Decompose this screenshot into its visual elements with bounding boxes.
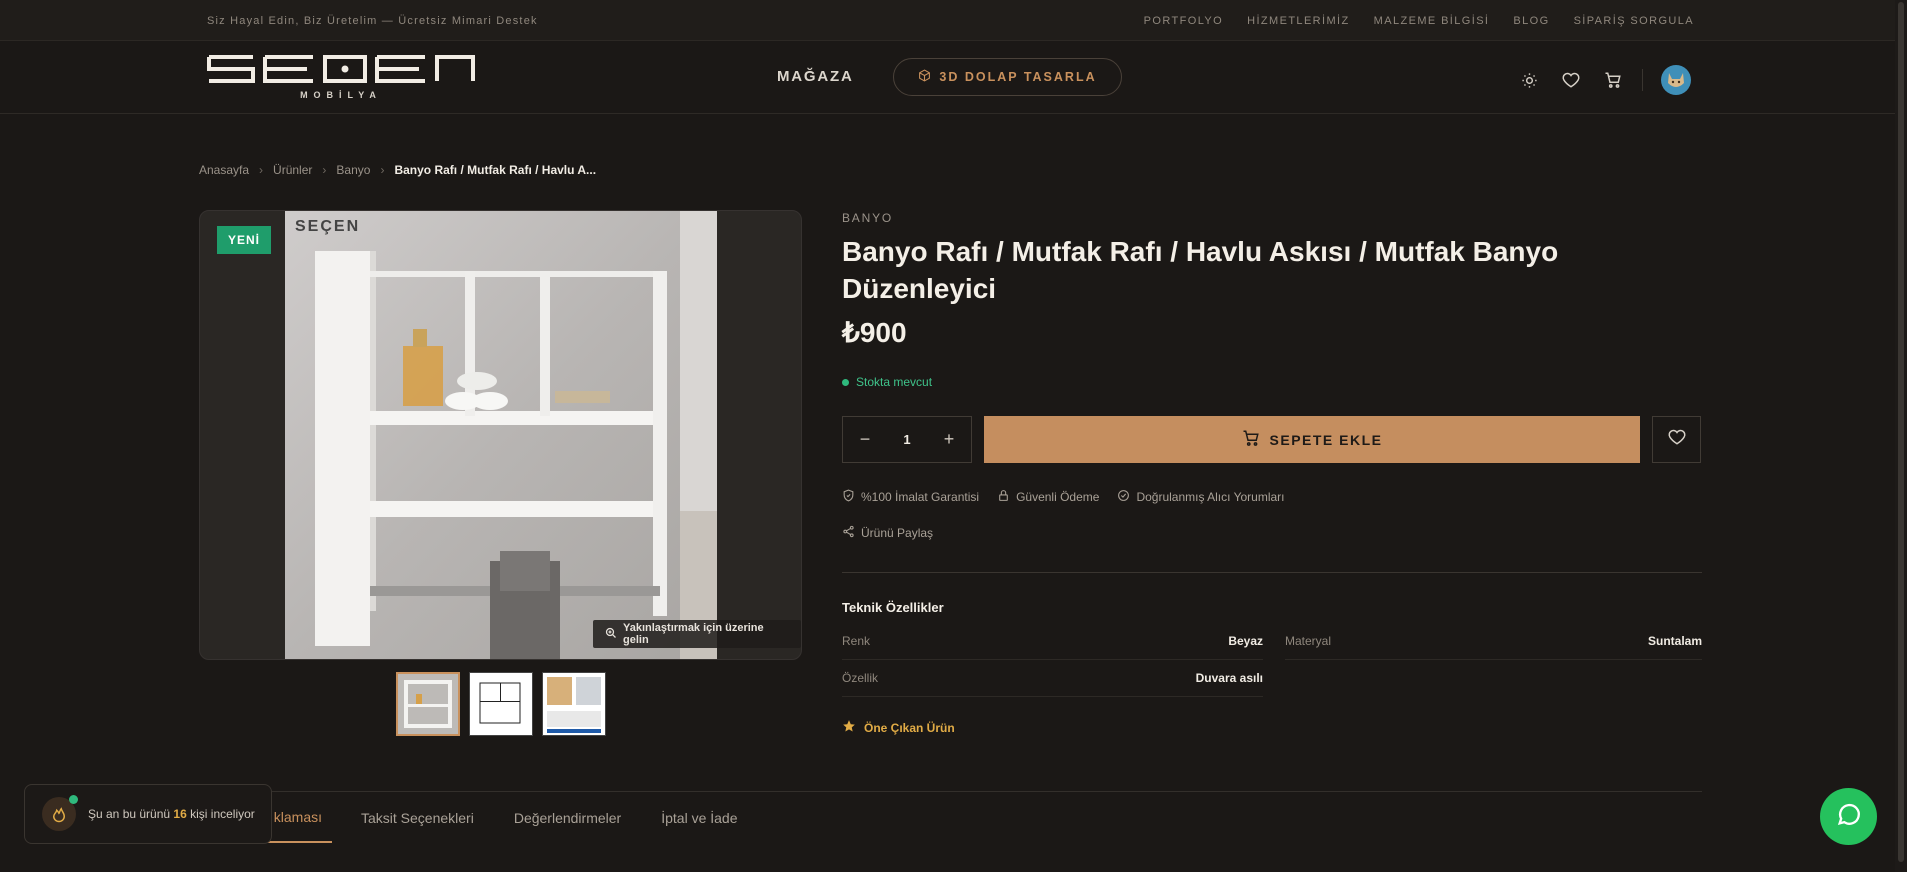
design-3d-label: 3D DOLAP TASARLA bbox=[939, 70, 1097, 84]
spec-value: Suntalam bbox=[1647, 634, 1702, 648]
live-viewers-notice: Şu an bu ürünü 16 kişi inceliyor bbox=[24, 784, 272, 844]
new-badge: YENİ bbox=[217, 226, 271, 254]
tab-installments[interactable]: Taksit Seçenekleri bbox=[361, 792, 474, 843]
wishlist-button[interactable] bbox=[1652, 416, 1701, 463]
quantity-value[interactable]: 1 bbox=[903, 432, 910, 447]
top-link-hizmetlerimiz[interactable]: HİZMETLERİMİZ bbox=[1247, 15, 1350, 27]
lock-icon bbox=[997, 489, 1010, 505]
trust-payment-label: Güvenli Ödeme bbox=[1016, 490, 1100, 504]
trust-badges: %100 İmalat Garantisi Güvenli Ödeme Doğr… bbox=[842, 489, 1285, 505]
svg-text:MOBİLYA: MOBİLYA bbox=[300, 90, 382, 100]
cube-icon bbox=[918, 69, 931, 85]
top-link-siparis[interactable]: SİPARİŞ SORGULA bbox=[1574, 15, 1694, 27]
thumbnail-strip bbox=[396, 672, 606, 736]
product-photo[interactable]: SEÇEN bbox=[285, 211, 717, 660]
product-price: ₺900 bbox=[842, 317, 907, 348]
tab-reviews[interactable]: Değerlendirmeler bbox=[514, 792, 621, 843]
trust-warranty-label: %100 İmalat Garantisi bbox=[861, 490, 980, 504]
scrollbar-thumb[interactable] bbox=[1898, 2, 1904, 862]
top-bar: Siz Hayal Edin, Biz Üretelim — Ücretsiz … bbox=[0, 0, 1907, 41]
spec-row-color: Renk Beyaz bbox=[842, 623, 1263, 660]
zoom-icon bbox=[605, 627, 617, 642]
chevron-right-icon: › bbox=[322, 163, 327, 177]
trust-reviews: Doğrulanmış Alıcı Yorumları bbox=[1117, 489, 1285, 505]
breadcrumb-products[interactable]: Ürünler bbox=[273, 163, 312, 177]
check-circle-icon bbox=[1117, 489, 1130, 505]
cart-icon[interactable] bbox=[1602, 69, 1624, 91]
quantity-stepper: − 1 + bbox=[842, 416, 972, 463]
zoom-hint-text: Yakınlaştırmak için üzerine gelin bbox=[623, 622, 764, 646]
add-to-cart-button[interactable]: SEPETE EKLE bbox=[984, 416, 1640, 463]
stock-dot bbox=[842, 378, 849, 386]
header-separator bbox=[1642, 69, 1643, 91]
trust-warranty: %100 İmalat Garantisi bbox=[842, 489, 979, 505]
share-product[interactable]: Ürünü Paylaş bbox=[842, 525, 933, 541]
spec-key: Materyal bbox=[1285, 634, 1332, 648]
main-header: MOBİLYA MAĞAZA 3D DOLAP TASARLA bbox=[0, 41, 1907, 114]
tab-returns[interactable]: İptal ve İade bbox=[661, 792, 737, 843]
page-scrollbar[interactable] bbox=[1895, 0, 1907, 872]
spec-row-material: Materyal Suntalam bbox=[1285, 623, 1702, 660]
brand-logo[interactable]: MOBİLYA bbox=[207, 53, 475, 103]
photo-logo: SEÇEN bbox=[295, 218, 360, 235]
heart-icon bbox=[1668, 428, 1686, 451]
stock-status: Stokta mevcut bbox=[842, 375, 932, 389]
chevron-right-icon: › bbox=[259, 163, 264, 177]
trust-reviews-label: Doğrulanmış Alıcı Yorumları bbox=[1136, 490, 1285, 504]
thumbnail-2[interactable] bbox=[469, 672, 533, 736]
share-label: Ürünü Paylaş bbox=[861, 526, 934, 540]
trust-payment: Güvenli Ödeme bbox=[997, 489, 1099, 505]
breadcrumb-category[interactable]: Banyo bbox=[336, 163, 370, 177]
top-link-malzeme[interactable]: MALZEME BİLGİSİ bbox=[1374, 15, 1490, 27]
featured-label: Öne Çıkan Ürün bbox=[864, 720, 955, 735]
thumbnail-1[interactable] bbox=[396, 672, 460, 736]
specs-title: Teknik Özellikler bbox=[842, 600, 944, 615]
product-title: Banyo Rafı / Mutfak Rafı / Havlu Askısı … bbox=[842, 236, 1559, 304]
chat-bubble-icon bbox=[1835, 800, 1863, 833]
top-link-blog[interactable]: BLOG bbox=[1513, 15, 1549, 27]
tagline: Siz Hayal Edin, Biz Üretelim — Ücretsiz … bbox=[207, 15, 538, 27]
breadcrumb-current: Banyo Rafı / Mutfak Rafı / Havlu A... bbox=[394, 163, 597, 177]
nav-store[interactable]: MAĞAZA bbox=[777, 68, 854, 85]
whatsapp-chat-button[interactable] bbox=[1820, 788, 1877, 845]
shield-icon bbox=[842, 489, 855, 505]
spec-key: Özellik bbox=[842, 671, 879, 685]
viewers-text: Şu an bu ürünü 16 kişi inceliyor bbox=[88, 807, 255, 821]
spec-value: Duvara asılı bbox=[1195, 671, 1263, 685]
spec-key: Renk bbox=[842, 634, 871, 648]
featured-product: Öne Çıkan Ürün bbox=[842, 719, 955, 736]
product-category[interactable]: BANYO bbox=[842, 211, 893, 225]
breadcrumb-home[interactable]: Anasayfa bbox=[199, 163, 249, 177]
header-icons bbox=[1518, 65, 1691, 95]
stock-label: Stokta mevcut bbox=[856, 375, 933, 389]
share-icon bbox=[842, 525, 855, 541]
spec-value: Beyaz bbox=[1228, 634, 1263, 648]
avatar[interactable] bbox=[1661, 65, 1691, 95]
plus-icon[interactable]: + bbox=[939, 429, 959, 450]
online-dot bbox=[69, 795, 78, 804]
chevron-right-icon: › bbox=[380, 163, 385, 177]
design-3d-button[interactable]: 3D DOLAP TASARLA bbox=[893, 58, 1122, 96]
spec-row-feature: Özellik Duvara asılı bbox=[842, 660, 1263, 697]
breadcrumb: Anasayfa › Ürünler › Banyo › Banyo Rafı … bbox=[199, 163, 596, 177]
divider bbox=[842, 572, 1702, 573]
star-icon bbox=[842, 719, 856, 736]
add-to-cart-label: SEPETE EKLE bbox=[1269, 431, 1383, 448]
fire-icon bbox=[42, 795, 78, 831]
top-link-portfolyo[interactable]: PORTFOLYO bbox=[1144, 15, 1223, 27]
viewers-prefix: Şu an bu ürünü bbox=[88, 807, 171, 821]
cart-icon bbox=[1242, 429, 1260, 450]
thumbnail-3[interactable] bbox=[542, 672, 606, 736]
top-links: PORTFOLYO HİZMETLERİMİZ MALZEME BİLGİSİ … bbox=[1144, 15, 1694, 27]
viewers-suffix: kişi inceliyor bbox=[190, 807, 255, 821]
product-tabs: klaması Taksit Seçenekleri Değerlendirme… bbox=[199, 792, 738, 843]
heart-icon[interactable] bbox=[1560, 69, 1582, 91]
minus-icon[interactable]: − bbox=[855, 429, 875, 450]
viewers-count: 16 bbox=[173, 807, 187, 821]
product-gallery[interactable]: SEÇEN YENİ Yakınlaştırmak için üzerine g… bbox=[199, 210, 802, 660]
sun-icon[interactable] bbox=[1518, 69, 1540, 91]
zoom-hint: Yakınlaştırmak için üzerine gelin bbox=[593, 620, 801, 648]
